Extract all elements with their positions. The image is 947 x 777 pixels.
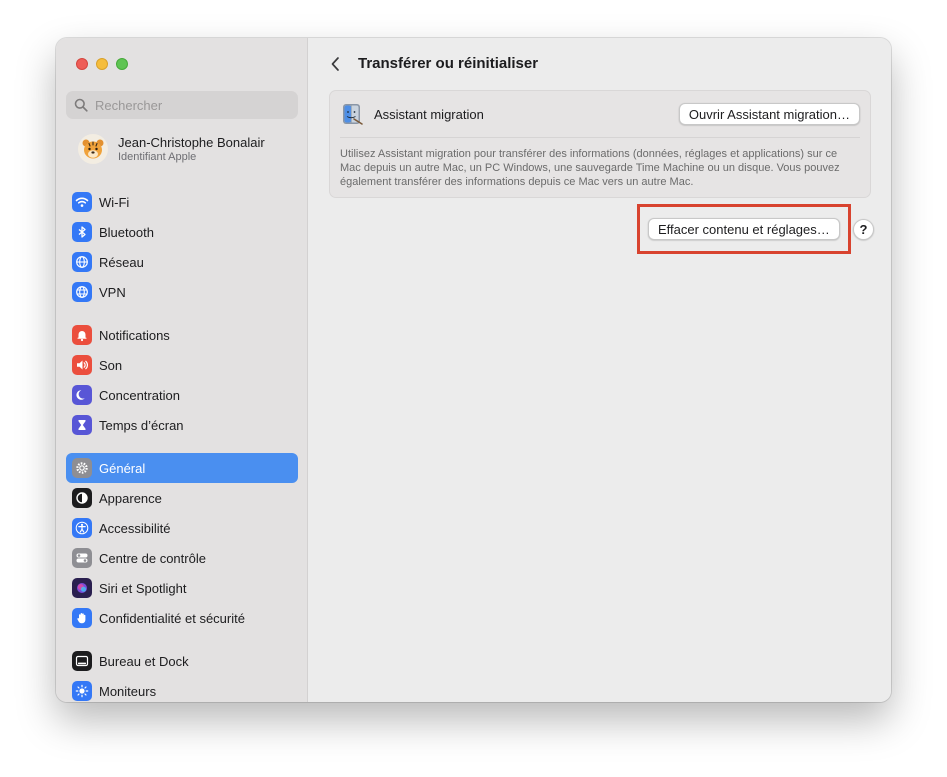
sidebar-item-label: Temps d’écran <box>99 417 184 433</box>
card-divider <box>340 137 860 138</box>
migration-assistant-icon <box>343 104 363 125</box>
sidebar-item-label: Bureau et Dock <box>99 653 189 669</box>
migration-label: Assistant migration <box>374 106 484 122</box>
sidebar-item-bluetooth[interactable]: Bluetooth <box>66 217 298 247</box>
sidebar-item-label: Siri et Spotlight <box>99 580 187 596</box>
sidebar-item-label: Centre de contrôle <box>99 550 206 566</box>
hourglass-icon <box>72 415 92 435</box>
sidebar-item-label: Bluetooth <box>99 224 154 240</box>
chevron-left-icon <box>331 57 339 71</box>
moon-icon <box>72 385 92 405</box>
main-pane: Transférer ou réinitialiser Assistant mi… <box>309 38 891 702</box>
dock-icon <box>72 651 92 671</box>
minimize-window-button[interactable] <box>96 58 108 70</box>
bell-icon <box>72 325 92 345</box>
sidebar-item-notifications[interactable]: Notifications <box>66 320 298 350</box>
vpn-globe-icon <box>72 282 92 302</box>
close-window-button[interactable] <box>76 58 88 70</box>
page-title: Transférer ou réinitialiser <box>358 55 539 72</box>
sidebar-item-label: Apparence <box>99 490 162 506</box>
apple-id-profile[interactable]: Jean-Christophe Bonalair Identifiant App… <box>78 134 265 164</box>
sidebar-group-network: Wi-Fi Bluetooth Réseau VPN <box>66 187 298 307</box>
sidebar-item-son[interactable]: Son <box>66 350 298 380</box>
sidebar-item-apparence[interactable]: Apparence <box>66 483 298 513</box>
sidebar-item-moniteurs[interactable]: Moniteurs <box>66 676 298 702</box>
sidebar-group-display: Bureau et Dock Moniteurs <box>66 646 298 702</box>
profile-subtitle: Identifiant Apple <box>118 150 197 163</box>
sidebar-item-wifi[interactable]: Wi-Fi <box>66 187 298 217</box>
sidebar-group-system: Général Apparence Accessibilité Centre d… <box>66 453 298 633</box>
sidebar-item-label: Moniteurs <box>99 683 157 699</box>
sidebar-item-label: Général <box>99 460 146 476</box>
maximize-window-button[interactable] <box>116 58 128 70</box>
sun-icon <box>72 681 92 701</box>
speaker-icon <box>72 355 92 375</box>
sidebar-item-vpn[interactable]: VPN <box>66 277 298 307</box>
accessibility-icon <box>72 518 92 538</box>
sidebar-item-concentration[interactable]: Concentration <box>66 380 298 410</box>
sidebar-item-label: Son <box>99 357 123 373</box>
sidebar-item-centre-de-controle[interactable]: Centre de contrôle <box>66 543 298 573</box>
appearance-icon <box>72 488 92 508</box>
search-field[interactable] <box>66 91 298 119</box>
migration-card: Assistant migration Ouvrir Assistant mig… <box>329 90 871 198</box>
sidebar-item-siri-spotlight[interactable]: Siri et Spotlight <box>66 573 298 603</box>
bluetooth-icon <box>72 222 92 242</box>
sidebar-item-reseau[interactable]: Réseau <box>66 247 298 277</box>
toggles-icon <box>72 548 92 568</box>
sidebar-group-attention: Notifications Son Concentration Temps d’… <box>66 320 298 440</box>
sidebar-item-label: Wi-Fi <box>99 194 130 210</box>
sidebar-item-bureau-dock[interactable]: Bureau et Dock <box>66 646 298 676</box>
sidebar-item-label: Accessibilité <box>99 520 171 536</box>
search-input[interactable] <box>95 97 285 113</box>
wifi-icon <box>72 192 92 212</box>
profile-name: Jean-Christophe Bonalair <box>118 134 265 150</box>
sidebar-item-label: VPN <box>99 284 126 300</box>
search-icon <box>74 98 88 112</box>
siri-icon <box>72 578 92 598</box>
sidebar-item-confidentialite[interactable]: Confidentialité et sécurité <box>66 603 298 633</box>
sidebar-item-label: Notifications <box>99 327 170 343</box>
migration-description: Utilisez Assistant migration pour transf… <box>340 148 840 188</box>
migration-row: Assistant migration Ouvrir Assistant mig… <box>340 100 860 128</box>
settings-window: Jean-Christophe Bonalair Identifiant App… <box>56 38 891 702</box>
sidebar-item-label: Confidentialité et sécurité <box>99 610 245 626</box>
gear-icon <box>72 458 92 478</box>
sidebar-item-label: Réseau <box>99 254 144 270</box>
sidebar: Jean-Christophe Bonalair Identifiant App… <box>56 38 308 702</box>
sidebar-item-general[interactable]: Général <box>66 453 298 483</box>
globe-icon <box>72 252 92 272</box>
traffic-lights <box>76 58 128 70</box>
hand-icon <box>72 608 92 628</box>
sidebar-item-accessibilite[interactable]: Accessibilité <box>66 513 298 543</box>
sidebar-item-temps-ecran[interactable]: Temps d’écran <box>66 410 298 440</box>
tiger-avatar-icon <box>82 139 104 159</box>
open-migration-button[interactable]: Ouvrir Assistant migration… <box>678 103 860 125</box>
sidebar-item-label: Concentration <box>99 387 180 403</box>
help-button[interactable]: ? <box>853 219 874 240</box>
erase-content-button[interactable]: Effacer contenu et réglages… <box>648 218 840 240</box>
avatar <box>78 134 108 164</box>
back-button[interactable] <box>327 55 343 73</box>
